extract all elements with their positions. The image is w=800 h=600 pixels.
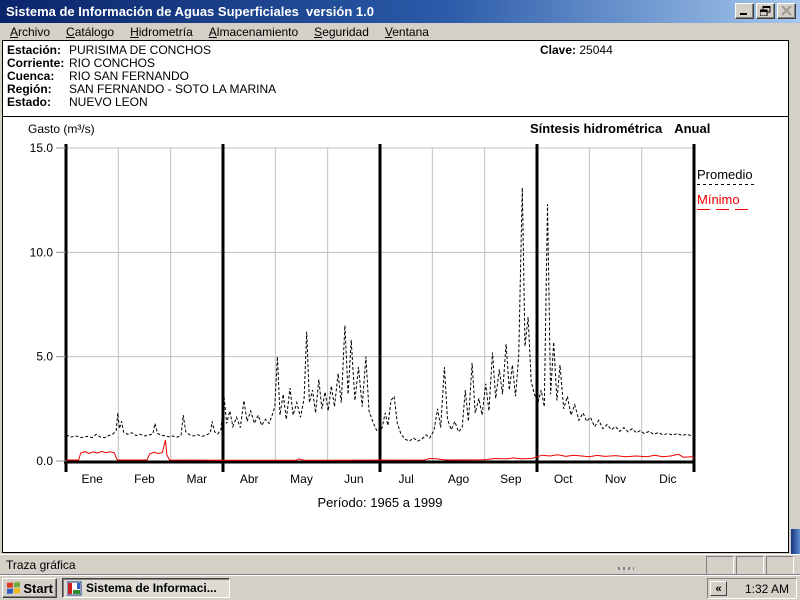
svg-text:5.0: 5.0 bbox=[36, 350, 53, 364]
stream-row: Corriente:RIO CONCHOS bbox=[7, 56, 155, 70]
svg-text:Ene: Ene bbox=[81, 472, 103, 486]
minimize-button[interactable] bbox=[735, 3, 754, 19]
svg-text:Abr: Abr bbox=[240, 472, 259, 486]
svg-text:0.0: 0.0 bbox=[36, 454, 53, 468]
close-icon bbox=[781, 6, 792, 16]
svg-text:Nov: Nov bbox=[605, 472, 626, 486]
app-icon bbox=[67, 581, 82, 596]
svg-text:May: May bbox=[290, 472, 313, 486]
basin-row: Cuenca:RIO SAN FERNANDO bbox=[7, 69, 189, 83]
svg-text:Período: 1965 a 1999: Período: 1965 a 1999 bbox=[317, 495, 442, 510]
scrollbar-fragment bbox=[791, 529, 800, 554]
region-row: Región:SAN FERNANDO - SOTO LA MARINA bbox=[7, 82, 276, 96]
tray-chevron-button[interactable]: « bbox=[710, 581, 727, 596]
station-key: Clave: 25044 bbox=[540, 43, 613, 57]
close-button[interactable] bbox=[777, 3, 796, 19]
menu-bar: ArchivoCatálogoHidrometríaAlmacenamiento… bbox=[0, 23, 800, 40]
menu-archivo[interactable]: Archivo bbox=[2, 24, 58, 40]
promedio-line-sample bbox=[697, 184, 755, 185]
status-panel-3 bbox=[766, 556, 794, 575]
svg-text:Feb: Feb bbox=[134, 472, 155, 486]
menu-hidrometria[interactable]: Hidrometría bbox=[122, 24, 201, 40]
window-title: Sistema de Información de Aguas Superfic… bbox=[6, 4, 374, 19]
svg-text:15.0: 15.0 bbox=[30, 141, 54, 155]
windows-logo-icon bbox=[6, 581, 20, 595]
restore-icon bbox=[760, 6, 771, 16]
status-panel-1 bbox=[706, 556, 734, 575]
menu-catalogo[interactable]: Catálogo bbox=[58, 24, 122, 40]
menu-almacenamiento[interactable]: Almacenamiento bbox=[201, 24, 306, 40]
chart-legend: Promedio Mínimo bbox=[697, 167, 787, 210]
taskbar: Start Sistema de Informaci... « 1:32 AM bbox=[0, 575, 800, 600]
system-tray: « 1:32 AM bbox=[707, 578, 797, 599]
legend-promedio: Promedio bbox=[697, 167, 787, 185]
svg-text:Jul: Jul bbox=[398, 472, 413, 486]
start-button[interactable]: Start bbox=[2, 578, 57, 598]
svg-text:Oct: Oct bbox=[554, 472, 573, 486]
window-titlebar: Sistema de Información de Aguas Superfic… bbox=[0, 0, 800, 23]
minimo-line-sample bbox=[697, 209, 749, 210]
hydrograph-chart: 0.0 5.0 10.0 15.0 Ene Feb Mar Abr May Jun Jul Ago Se… bbox=[3, 115, 788, 552]
svg-text:Sep: Sep bbox=[500, 472, 522, 486]
svg-text:Mar: Mar bbox=[186, 472, 207, 486]
taskbar-clock: 1:32 AM bbox=[745, 582, 796, 596]
status-panel-2 bbox=[736, 556, 764, 575]
form-area: Estación:PURISIMA DE CONCHOS Corriente:R… bbox=[2, 40, 789, 553]
restore-button[interactable] bbox=[756, 3, 775, 19]
station-row: Estación:PURISIMA DE CONCHOS bbox=[7, 43, 211, 57]
menu-seguridad[interactable]: Seguridad bbox=[306, 24, 377, 40]
panel-grip bbox=[618, 567, 634, 570]
svg-text:Ago: Ago bbox=[448, 472, 470, 486]
minimize-icon bbox=[739, 6, 750, 16]
svg-text:10.0: 10.0 bbox=[30, 245, 54, 259]
state-row: Estado:NUEVO LEON bbox=[7, 95, 148, 109]
status-text: Traza gráfica bbox=[6, 558, 76, 572]
status-bar: Traza gráfica bbox=[0, 554, 800, 575]
menu-ventana[interactable]: Ventana bbox=[377, 24, 437, 40]
svg-text:Jun: Jun bbox=[344, 472, 363, 486]
legend-minimo: Mínimo bbox=[697, 192, 787, 210]
task-button-sistema[interactable]: Sistema de Informaci... bbox=[62, 578, 230, 598]
svg-text:Dic: Dic bbox=[659, 472, 676, 486]
